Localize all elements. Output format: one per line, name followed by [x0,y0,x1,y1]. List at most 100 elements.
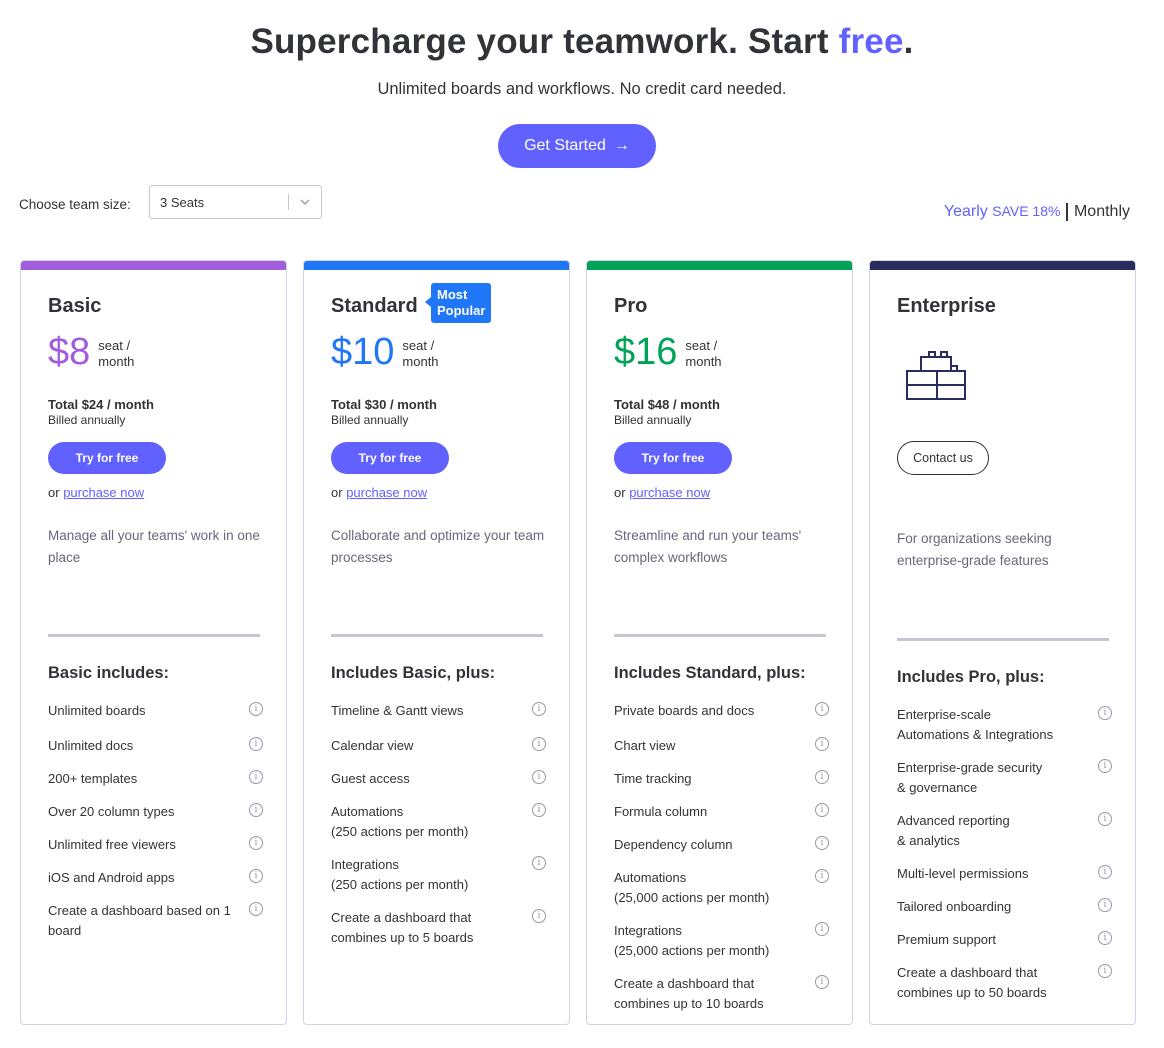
feature-text: combines up to 10 boards [614,996,764,1011]
info-icon[interactable]: i [1098,812,1112,826]
feature-item: Create a dashboard that combines up to 5 … [331,908,546,948]
feature-text: Calendar view [331,738,414,753]
feature-item: Formula column i [614,802,829,822]
price-unit-month: month [402,354,439,369]
feature-text: Create a dashboard that [331,910,472,925]
purchase-now-link[interactable]: purchase now [629,485,710,500]
team-size-select[interactable]: 3 Seats [149,185,322,219]
includes-title: Basic includes: [48,664,170,682]
info-icon[interactable]: i [815,770,829,784]
purchase-prefix: or [331,485,343,500]
info-icon[interactable]: i [532,909,546,923]
team-size-value: 3 Seats [160,194,205,210]
feature-text: Unlimited boards [48,703,146,718]
try-for-free-button[interactable]: Try for free [48,442,166,474]
feature-item: Unlimited docs i [48,736,263,756]
info-icon[interactable]: i [1098,865,1112,879]
feature-item: Integrations (25,000 actions per month) i [614,921,829,961]
feature-text: Automations & Integrations [897,727,1054,742]
building-blocks-icon [906,351,966,400]
info-icon[interactable]: i [249,803,263,817]
feature-text: (25,000 actions per month) [614,890,770,905]
divider [614,634,826,637]
feature-item: Enterprise-scale Automations & Integratio… [897,705,1112,745]
feature-text: (250 actions per month) [331,824,469,839]
info-icon[interactable]: i [815,702,829,716]
info-icon[interactable]: i [249,836,263,850]
info-icon[interactable]: i [815,803,829,817]
billing-monthly-option[interactable]: Monthly [1074,203,1130,221]
info-icon[interactable]: i [815,922,829,936]
yearly-label: Yearly [943,203,988,220]
price-unit: seat / month [685,338,721,370]
feature-text: Integrations [614,923,682,938]
info-icon[interactable]: i [532,856,546,870]
feature-item: Unlimited boards i [48,701,263,721]
feature-text: Create a dashboard that [897,965,1038,980]
try-for-free-button[interactable]: Try for free [614,442,732,474]
purchase-now-link[interactable]: purchase now [346,485,427,500]
plan-description: Manage all your teams' work in one place [48,528,260,565]
feature-item: Advanced reporting & analytics i [897,811,1112,851]
info-icon[interactable]: i [532,803,546,817]
info-icon[interactable]: i [815,869,829,883]
billing-yearly-option[interactable]: Yearly SAVE 18% [944,203,1061,221]
try-for-free-button[interactable]: Try for free [331,442,449,474]
plan-card-enterprise: Enterprise Contact us For organizations … [869,260,1136,1025]
feature-item: Create a dashboard based on 1 board i [48,901,263,941]
feature-item: Private boards and docs i [614,701,829,721]
purchase-now-link[interactable]: purchase now [63,485,144,500]
save-badge: SAVE 18% [992,203,1061,219]
info-icon[interactable]: i [1098,898,1112,912]
feature-item: Timeline & Gantt views i [331,701,546,721]
info-icon[interactable]: i [249,902,263,916]
contact-us-button[interactable]: Contact us [897,441,989,475]
feature-text: Integrations [331,857,399,872]
info-icon[interactable]: i [249,737,263,751]
feature-text: Formula column [614,804,708,819]
info-icon[interactable]: i [249,770,263,784]
info-icon[interactable]: i [815,836,829,850]
get-started-button[interactable]: Get Started → [498,124,656,168]
feature-text: Time tracking [614,771,692,786]
info-icon[interactable]: i [815,975,829,989]
price-unit-seat: seat / [98,338,131,353]
info-icon[interactable]: i [532,737,546,751]
plan-total: Total $30 / month [331,397,437,412]
billing-divider [1066,203,1068,221]
billed-note: Billed annually [48,413,126,427]
divider [48,634,260,637]
info-icon[interactable]: i [1098,759,1112,773]
info-icon[interactable]: i [532,770,546,784]
feature-text: Chart view [614,738,676,753]
feature-item: Over 20 column types i [48,802,263,822]
plan-card-pro: Pro $16 seat / month Total $48 / month Bi… [586,260,853,1025]
info-icon[interactable]: i [1098,706,1112,720]
billed-note: Billed annually [331,413,409,427]
feature-item: iOS and Android apps i [48,868,263,888]
info-icon[interactable]: i [815,737,829,751]
price-unit: seat / month [402,338,438,370]
info-icon[interactable]: i [249,869,263,883]
feature-text: combines up to 50 boards [897,985,1047,1000]
title-accent: free [838,22,904,61]
plan-price: $16 [614,331,678,373]
feature-text: Dependency column [614,837,733,852]
plan-card-basic: Basic $8 seat / month Total $24 / month B… [20,260,287,1025]
feature-text: Over 20 column types [48,804,175,819]
feature-item: Calendar view i [331,736,546,756]
get-started-label: Get Started [524,137,606,154]
feature-text: Create a dashboard that [614,976,755,991]
price-unit-seat: seat / [685,338,718,353]
feature-text: board [48,923,82,938]
feature-item: Multi-level permissions i [897,864,1112,884]
info-icon[interactable]: i [532,702,546,716]
arrow-right-icon: → [613,137,630,154]
info-icon[interactable]: i [249,702,263,716]
divider [897,638,1109,641]
purchase-line: or purchase now [48,485,144,500]
plan-description: For organizations seeking enterprise-gra… [897,531,1052,568]
info-icon[interactable]: i [1098,964,1112,978]
info-icon[interactable]: i [1098,931,1112,945]
plan-description: Streamline and run your teams' complex w… [614,528,802,565]
